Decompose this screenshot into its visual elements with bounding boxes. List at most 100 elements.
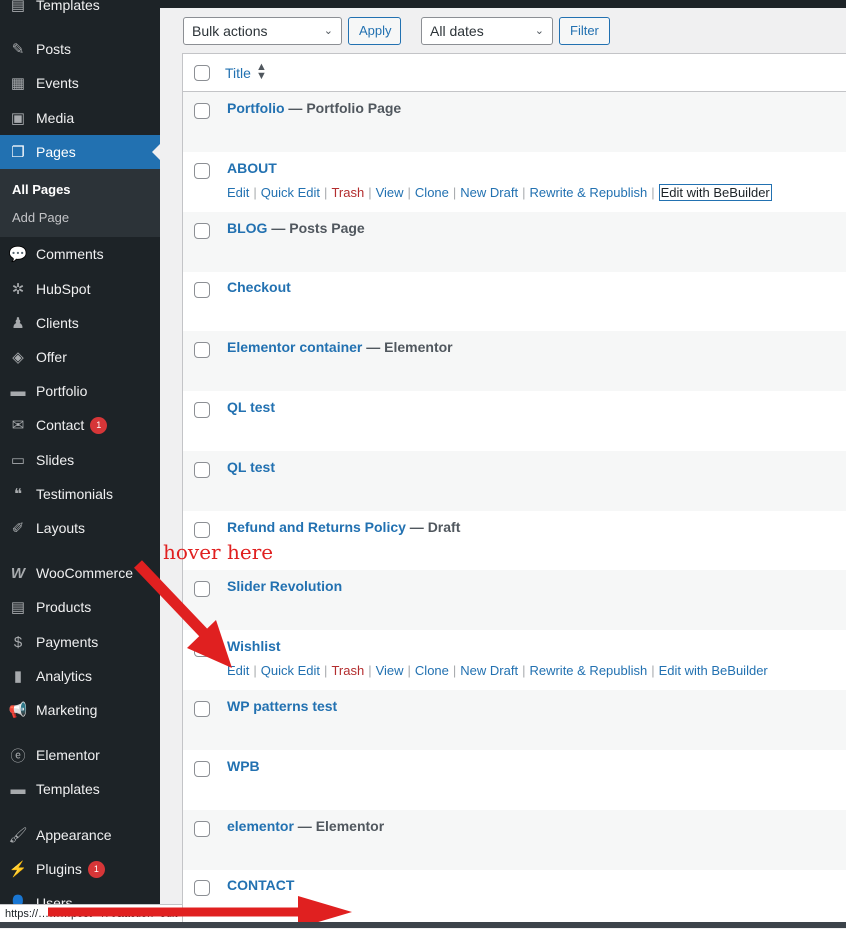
row-checkbox[interactable] [194, 880, 210, 897]
row-checkbox[interactable] [194, 402, 210, 418]
page-title-link[interactable]: Elementor container [227, 339, 362, 355]
menu-item-contact[interactable]: ✉ Contact 1 [0, 408, 160, 442]
action-bebuilder-link[interactable]: Edit with BeBuilder [659, 663, 768, 678]
page-title-link[interactable]: Refund and Returns Policy [227, 519, 406, 535]
title-column-header[interactable]: Title [225, 65, 251, 81]
row-title: Checkout [227, 279, 291, 295]
page-state: — Posts Page [267, 219, 365, 236]
menu-item-offer[interactable]: ◈ Offer [0, 340, 160, 374]
submenu-add-page[interactable]: Add Page [12, 210, 69, 225]
edit-icon: ✐ [11, 520, 25, 537]
page-title-link[interactable]: WP patterns test [227, 698, 337, 714]
row-title: elementor — Elementor [227, 818, 384, 834]
action-new-draft-link[interactable]: New Draft [460, 185, 518, 200]
comment-icon: 💬 [8, 246, 28, 263]
menu-item-label: Marketing [36, 702, 98, 718]
page-title-link[interactable]: Wishlist [227, 638, 281, 654]
folder-icon: ▬ [10, 382, 26, 400]
menu-item-label: Elementor [36, 747, 100, 763]
row-title: WPB [227, 758, 260, 774]
calendar-icon: ▦ [10, 75, 26, 92]
page-state: — Elementor [293, 817, 385, 834]
action-rewrite-link[interactable]: Rewrite & Republish [529, 185, 647, 200]
brush-icon: 🖌 [8, 827, 28, 844]
menu-item-plugins[interactable]: ⚡ Plugins 1 [0, 852, 160, 886]
menu-item-slides[interactable]: ▭ Slides [0, 443, 160, 477]
row-checkbox[interactable] [194, 342, 210, 359]
page-title-link[interactable]: elementor [227, 818, 294, 834]
row-checkbox[interactable] [194, 641, 210, 658]
action-separator: | [368, 663, 372, 679]
page-title-link[interactable]: QL test [227, 459, 275, 475]
menu-item-pages[interactable]: ❐ Pages [0, 135, 160, 169]
submenu-all-pages[interactable]: All Pages [12, 182, 71, 197]
menu-item-analytics[interactable]: ▮ Analytics [0, 659, 160, 693]
menu-item-woocommerce[interactable]: W WooCommerce [0, 556, 160, 590]
table-row: Slider Revolution [183, 570, 846, 631]
action-new-draft-link[interactable]: New Draft [460, 663, 518, 678]
row-checkbox[interactable] [194, 461, 210, 478]
menu-item-payments[interactable]: $ Payments [0, 625, 160, 659]
row-checkbox[interactable] [194, 282, 210, 299]
action-clone-link[interactable]: Clone [415, 663, 449, 678]
action-view-link[interactable]: View [376, 185, 404, 200]
page-title-link[interactable]: Checkout [227, 279, 291, 295]
page-state: — Draft [405, 518, 461, 535]
menu-item-portfolio[interactable]: ▬ Portfolio [0, 374, 160, 408]
menu-item-elementor[interactable]: ⓔ Elementor [0, 738, 160, 772]
action-view-link[interactable]: View [376, 663, 404, 678]
row-checkbox[interactable] [194, 521, 210, 538]
row-checkbox[interactable] [194, 701, 210, 717]
action-separator: | [651, 663, 655, 679]
menu-item-layouts[interactable]: ✐ Layouts [0, 511, 160, 545]
menu-item-templates-top[interactable]: ▤ Templates [0, 0, 160, 22]
menu-item-comments[interactable]: 💬 Comments [0, 237, 160, 271]
row-checkbox[interactable] [194, 103, 210, 119]
page-title-link[interactable]: WPB [227, 758, 260, 774]
row-checkbox[interactable] [194, 162, 210, 179]
page-title-link[interactable]: Slider Revolution [227, 578, 342, 594]
action-quick-edit-link[interactable]: Quick Edit [261, 663, 320, 678]
action-trash-link[interactable]: Trash [331, 185, 364, 200]
menu-item-label: Comments [36, 246, 104, 262]
apply-button[interactable]: Apply [348, 17, 401, 45]
page-title-link[interactable]: ABOUT [227, 160, 277, 176]
filter-button[interactable]: Filter [559, 17, 610, 45]
action-separator: | [253, 184, 257, 200]
row-checkbox[interactable] [194, 820, 210, 837]
dates-select[interactable]: All dates ⌄ [421, 17, 553, 45]
megaphone-icon: 📢 [8, 702, 28, 719]
bulk-actions-select[interactable]: Bulk actions ⌄ [183, 17, 342, 45]
action-clone-link[interactable]: Clone [415, 185, 449, 200]
row-checkbox[interactable] [194, 581, 210, 598]
action-edit-link[interactable]: Edit [227, 185, 249, 200]
menu-item-label: Analytics [36, 668, 93, 684]
action-quick-edit-link[interactable]: Quick Edit [261, 185, 320, 200]
sort-icon[interactable]: ▲ ▼ [256, 62, 267, 82]
menu-item-products[interactable]: ▤ Products [0, 590, 160, 624]
row-checkbox[interactable] [194, 760, 210, 777]
page-title-link[interactable]: BLOG [227, 220, 267, 236]
row-checkbox[interactable] [194, 222, 210, 239]
tag-icon: ◈ [12, 349, 24, 366]
action-edit-link[interactable]: Edit [227, 663, 249, 678]
select-all-checkbox[interactable] [194, 65, 210, 81]
menu-item-posts[interactable]: ✎ Posts [0, 32, 160, 66]
menu-item-testimonials[interactable]: ❝ Testimonials [0, 477, 160, 511]
menu-item-media[interactable]: ▣ Media [0, 101, 160, 135]
action-trash-link[interactable]: Trash [331, 663, 364, 678]
page-title-link[interactable]: CONTACT [227, 877, 294, 893]
menu-item-appearance[interactable]: 🖌 Appearance [0, 818, 160, 852]
action-rewrite-link[interactable]: Rewrite & Republish [529, 663, 647, 678]
page-title-link[interactable]: QL test [227, 399, 275, 415]
page-title-link[interactable]: Portfolio [227, 100, 285, 116]
menu-item-events[interactable]: ▦ Events [0, 66, 160, 100]
slides-icon: ▭ [10, 452, 26, 469]
menu-item-marketing[interactable]: 📢 Marketing [0, 693, 160, 727]
menu-item-hubspot[interactable]: ✲ HubSpot [0, 272, 160, 306]
action-bebuilder-link[interactable]: Edit with BeBuilder [658, 183, 772, 201]
chevron-down-icon: ⌄ [323, 25, 333, 37]
menu-item-templates[interactable]: ▬ Templates [0, 772, 160, 806]
plugins-count-badge: 1 [87, 860, 105, 878]
menu-item-clients[interactable]: ♟ Clients [0, 306, 160, 340]
